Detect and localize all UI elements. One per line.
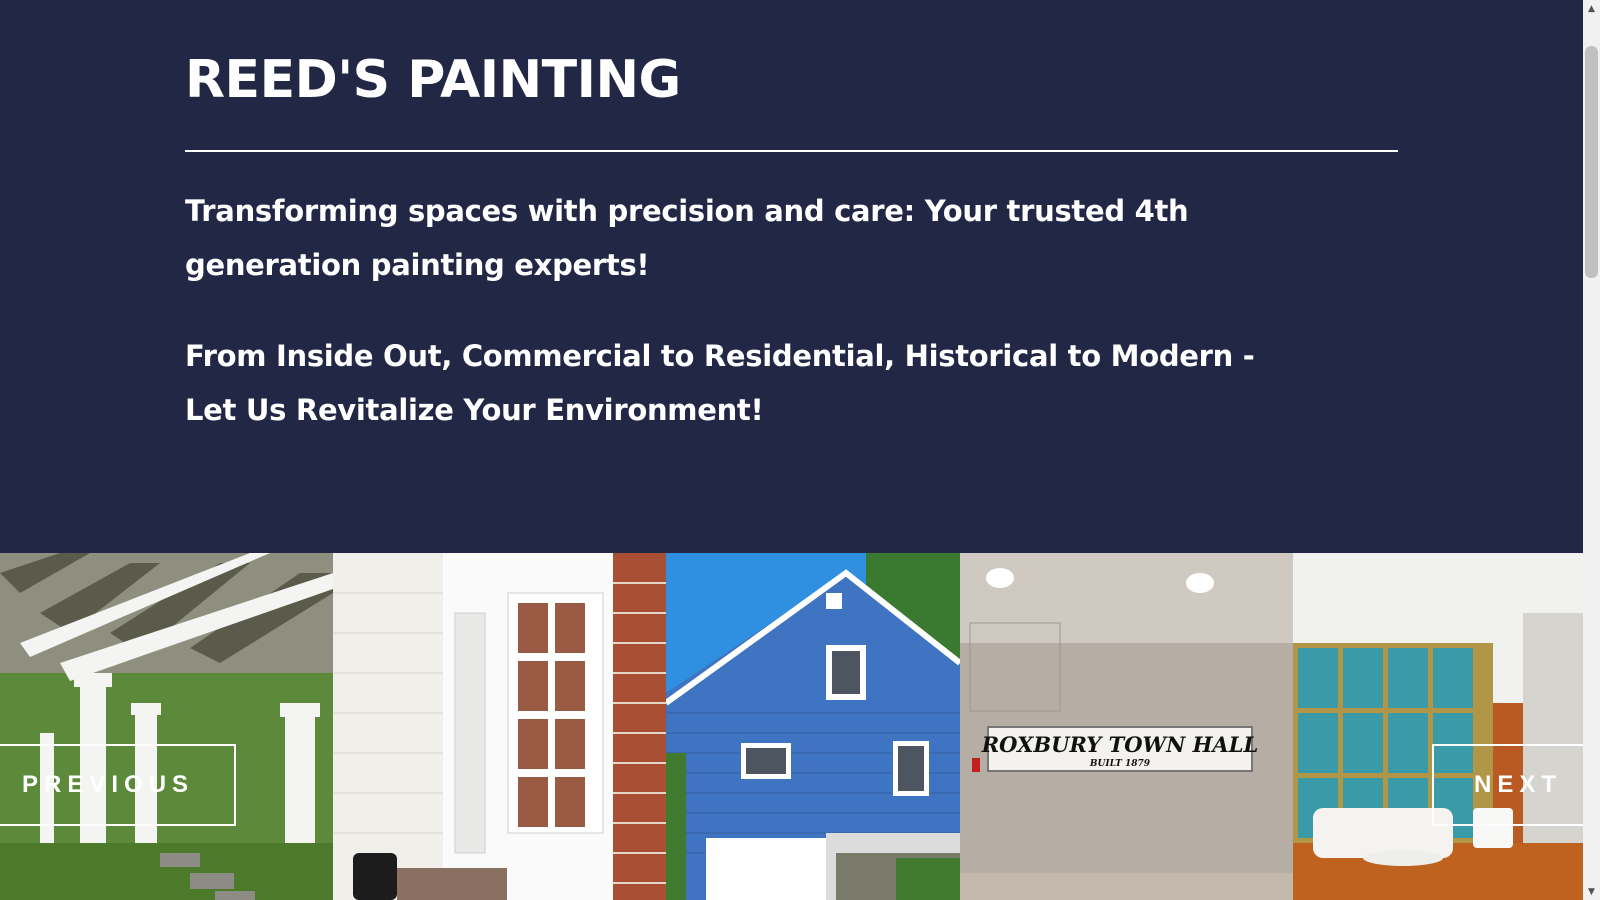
tagline-primary: Transforming spaces with precision and c… [185, 194, 1189, 282]
vertical-scrollbar[interactable]: ▲ ▼ [1583, 0, 1600, 900]
gallery-image-blue-house[interactable] [666, 553, 960, 900]
white-door-brick-photo [333, 553, 666, 900]
scroll-down-arrow-icon[interactable]: ▼ [1583, 883, 1600, 900]
site-title[interactable]: REED'S PAINTING [185, 50, 681, 110]
living-room-photo [1293, 553, 1583, 900]
previous-button[interactable]: PREVIOUS [0, 744, 236, 826]
previous-label: PREVIOUS [22, 771, 195, 798]
title-divider [185, 150, 1398, 152]
next-button[interactable]: NEXT [1432, 744, 1583, 826]
sign-title-text: ROXBURY TOWN HALL [981, 732, 1259, 757]
town-hall-sign-photo: ROXBURY TOWN HALL BUILT 1879 [960, 553, 1293, 900]
next-label: NEXT [1474, 771, 1563, 798]
tagline-secondary: From Inside Out, Commercial to Residenti… [185, 339, 1255, 427]
gallery-image-town-hall[interactable]: ROXBURY TOWN HALL BUILT 1879 [960, 553, 1293, 900]
gallery-image-living-room[interactable] [1293, 553, 1583, 900]
blue-house-photo [666, 553, 960, 900]
white-pergola-photo [0, 553, 333, 900]
gallery-image-pergola[interactable] [0, 553, 333, 900]
scroll-up-arrow-icon[interactable]: ▲ [1583, 0, 1600, 17]
page: REED'S PAINTING Transforming spaces with… [0, 0, 1583, 900]
sign-subtitle-text: BUILT 1879 [1089, 759, 1151, 769]
gallery-image-door[interactable] [333, 553, 666, 900]
scrollbar-thumb[interactable] [1585, 46, 1598, 278]
image-carousel: ROXBURY TOWN HALL BUILT 1879 [0, 553, 1583, 900]
